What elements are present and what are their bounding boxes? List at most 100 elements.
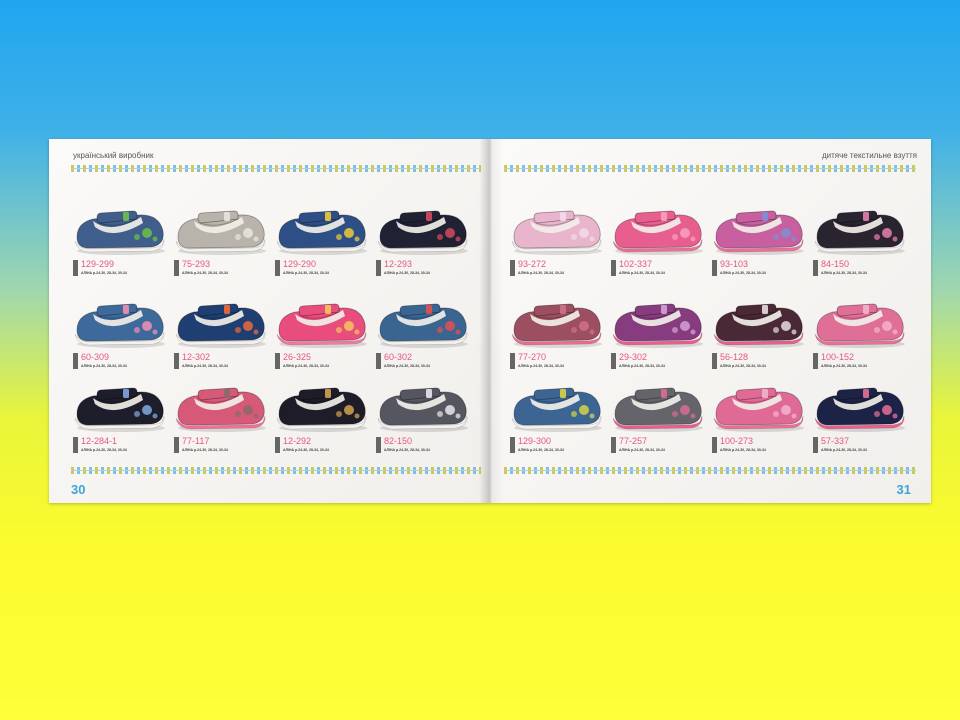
shoe-image bbox=[276, 210, 367, 255]
bottom-ornament-left bbox=[71, 467, 481, 474]
product-code: 12-292 bbox=[274, 436, 312, 453]
shoe-image bbox=[612, 303, 703, 348]
product-item[interactable]: 77-117 АЛІНА р.24-30, 28-34, 30-34 bbox=[172, 378, 268, 464]
product-code: 93-272 bbox=[509, 259, 547, 276]
product-size: АЛІНА р.24-30, 28-34, 30-34 bbox=[384, 271, 430, 275]
product-item[interactable]: 29-302 АЛІНА р.24-30, 28-34, 30-34 bbox=[609, 294, 705, 380]
product-code: 82-150 bbox=[375, 436, 413, 453]
product-item[interactable]: 77-270 АЛІНА р.24-30, 28-34, 30-34 bbox=[508, 294, 604, 380]
product-code: 77-117 bbox=[173, 436, 210, 453]
book-spine bbox=[479, 139, 503, 503]
product-item[interactable]: 129-300 АЛІНА р.24-30, 28-34, 30-34 bbox=[508, 378, 604, 464]
product-item[interactable]: 57-337 АЛІНА р.24-30, 28-34, 30-34 bbox=[811, 378, 907, 464]
product-item[interactable]: 84-150 АЛІНА р.24-30, 28-34, 30-34 bbox=[811, 201, 907, 287]
product-code: 26-325 bbox=[274, 352, 312, 369]
top-ornament-left bbox=[71, 165, 481, 172]
product-item[interactable]: 60-302 АЛІНА р.24-30, 28-34, 30-34 bbox=[374, 294, 470, 380]
product-size: АЛІНА р.24-30, 28-34, 30-34 bbox=[81, 448, 127, 452]
product-size: АЛІНА р.24-30, 28-34, 30-34 bbox=[283, 271, 329, 275]
product-item[interactable]: 77-257 АЛІНА р.24-30, 28-34, 30-34 bbox=[609, 378, 705, 464]
product-code: 29-302 bbox=[610, 352, 648, 369]
shoe-image bbox=[511, 210, 602, 255]
product-size: АЛІНА р.24-30, 28-34, 30-34 bbox=[821, 271, 867, 275]
product-size: АЛІНА р.24-30, 28-34, 30-34 bbox=[821, 364, 867, 368]
product-size: АЛІНА р.24-30, 28-34, 30-34 bbox=[720, 364, 766, 368]
shoe-image bbox=[276, 303, 367, 348]
shoe-image bbox=[511, 303, 602, 348]
product-item[interactable]: 56-128 АЛІНА р.24-30, 28-34, 30-34 bbox=[710, 294, 806, 380]
product-code: 93-103 bbox=[711, 259, 749, 276]
product-code: 57-337 bbox=[812, 436, 850, 453]
bottom-ornament-right bbox=[504, 467, 916, 474]
product-code: 77-257 bbox=[610, 436, 648, 453]
product-size: АЛІНА р.24-30, 28-34, 30-34 bbox=[182, 364, 228, 368]
product-code: 100-152 bbox=[812, 352, 855, 369]
product-item[interactable]: 102-337 АЛІНА р.24-30, 28-34, 30-34 bbox=[609, 201, 705, 287]
top-ornament-right bbox=[504, 165, 916, 172]
product-size: АЛІНА р.24-30, 28-34, 30-34 bbox=[81, 364, 127, 368]
product-item[interactable]: 129-290 АЛІНА р.24-30, 28-34, 30-34 bbox=[273, 201, 369, 287]
product-code: 12-284-1 bbox=[72, 436, 118, 453]
product-size: АЛІНА р.24-30, 28-34, 30-34 bbox=[518, 271, 564, 275]
product-size: АЛІНА р.24-30, 28-34, 30-34 bbox=[81, 271, 127, 275]
right-page: дитяче текстильне взуття 31 93-272 АЛІНА … bbox=[490, 139, 931, 503]
product-code: 60-302 bbox=[375, 352, 413, 369]
shoe-image bbox=[175, 303, 266, 348]
product-item[interactable]: 12-293 АЛІНА р.24-30, 28-34, 30-34 bbox=[374, 201, 470, 287]
product-code: 100-273 bbox=[711, 436, 754, 453]
shoe-image bbox=[377, 303, 468, 348]
shoe-image bbox=[814, 387, 905, 432]
shoe-image bbox=[511, 387, 602, 432]
shoe-image bbox=[175, 210, 266, 255]
product-item[interactable]: 93-103 АЛІНА р.24-30, 28-34, 30-34 bbox=[710, 201, 806, 287]
product-code: 12-293 bbox=[375, 259, 413, 276]
product-item[interactable]: 75-293 АЛІНА р.24-30, 28-34, 30-34 bbox=[172, 201, 268, 287]
product-size: АЛІНА р.24-30, 28-34, 30-34 bbox=[384, 448, 430, 452]
product-size: АЛІНА р.24-30, 28-34, 30-34 bbox=[384, 364, 430, 368]
left-header: український виробник bbox=[73, 151, 154, 160]
product-item[interactable]: 60-309 АЛІНА р.24-30, 28-34, 30-34 bbox=[71, 294, 167, 380]
shoe-image bbox=[814, 303, 905, 348]
product-size: АЛІНА р.24-30, 28-34, 30-34 bbox=[619, 448, 665, 452]
shoe-image bbox=[612, 387, 703, 432]
right-header: дитяче текстильне взуття bbox=[821, 151, 917, 160]
product-item[interactable]: 12-292 АЛІНА р.24-30, 28-34, 30-34 bbox=[273, 378, 369, 464]
shoe-image bbox=[713, 210, 804, 255]
product-code: 129-299 bbox=[72, 259, 115, 276]
shoe-image bbox=[74, 303, 165, 348]
product-size: АЛІНА р.24-30, 28-34, 30-34 bbox=[720, 448, 766, 452]
product-size: АЛІНА р.24-30, 28-34, 30-34 bbox=[619, 271, 665, 275]
shoe-image bbox=[713, 303, 804, 348]
shoe-image bbox=[713, 387, 804, 432]
product-code: 84-150 bbox=[812, 259, 850, 276]
catalog-spread: український виробник 30 129-299 АЛІНА р.2… bbox=[49, 139, 931, 503]
product-item[interactable]: 12-302 АЛІНА р.24-30, 28-34, 30-34 bbox=[172, 294, 268, 380]
product-item[interactable]: 82-150 АЛІНА р.24-30, 28-34, 30-34 bbox=[374, 378, 470, 464]
product-item[interactable]: 93-272 АЛІНА р.24-30, 28-34, 30-34 bbox=[508, 201, 604, 287]
left-page: український виробник 30 129-299 АЛІНА р.2… bbox=[49, 139, 490, 503]
product-code: 77-270 bbox=[509, 352, 547, 369]
product-code: 129-290 bbox=[274, 259, 317, 276]
product-size: АЛІНА р.24-30, 28-34, 30-34 bbox=[619, 364, 665, 368]
product-size: АЛІНА р.24-30, 28-34, 30-34 bbox=[283, 364, 329, 368]
product-item[interactable]: 100-152 АЛІНА р.24-30, 28-34, 30-34 bbox=[811, 294, 907, 380]
shoe-image bbox=[74, 387, 165, 432]
shoe-image bbox=[814, 210, 905, 255]
product-size: АЛІНА р.24-30, 28-34, 30-34 bbox=[720, 271, 766, 275]
product-item[interactable]: 100-273 АЛІНА р.24-30, 28-34, 30-34 bbox=[710, 378, 806, 464]
shoe-image bbox=[276, 387, 367, 432]
product-item[interactable]: 26-325 АЛІНА р.24-30, 28-34, 30-34 bbox=[273, 294, 369, 380]
product-code: 75-293 bbox=[173, 259, 211, 276]
product-item[interactable]: 129-299 АЛІНА р.24-30, 28-34, 30-34 bbox=[71, 201, 167, 287]
product-size: АЛІНА р.24-30, 28-34, 30-34 bbox=[518, 364, 564, 368]
product-size: АЛІНА р.24-30, 28-34, 30-34 bbox=[283, 448, 329, 452]
product-code: 102-337 bbox=[610, 259, 653, 276]
shoe-image bbox=[74, 210, 165, 255]
product-item[interactable]: 12-284-1 АЛІНА р.24-30, 28-34, 30-34 bbox=[71, 378, 167, 464]
product-size: АЛІНА р.24-30, 28-34, 30-34 bbox=[821, 448, 867, 452]
product-code: 60-309 bbox=[72, 352, 110, 369]
page-number-left: 30 bbox=[71, 482, 86, 497]
product-size: АЛІНА р.24-30, 28-34, 30-34 bbox=[518, 448, 564, 452]
shoe-image bbox=[377, 210, 468, 255]
product-code: 129-300 bbox=[509, 436, 552, 453]
